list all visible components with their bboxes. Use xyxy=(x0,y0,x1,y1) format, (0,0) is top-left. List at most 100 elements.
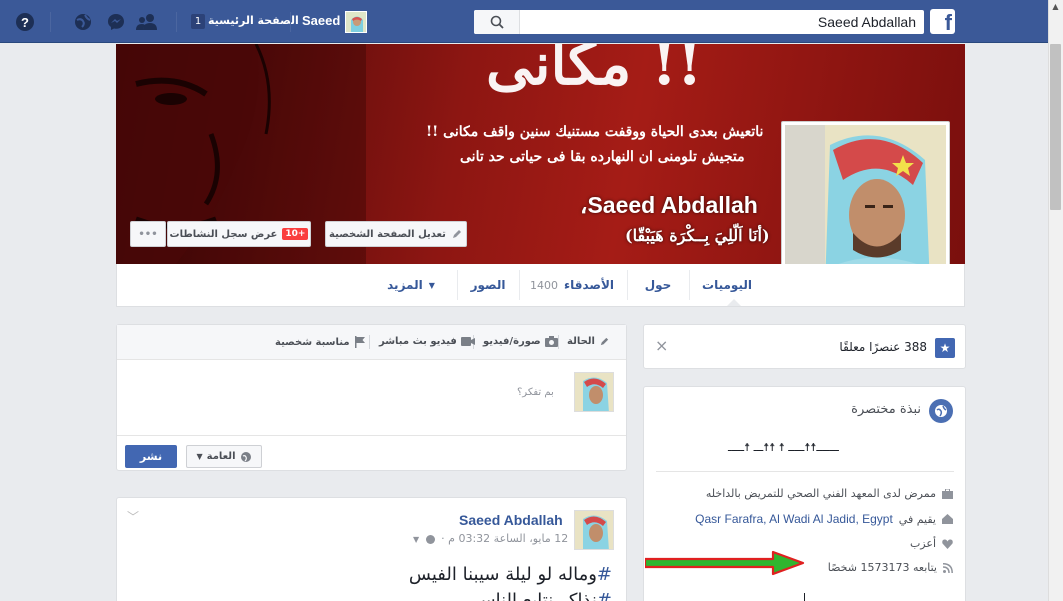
active-tab-indicator xyxy=(727,299,741,306)
tab-divider xyxy=(519,270,520,300)
topbar-avatar[interactable] xyxy=(345,11,367,33)
hashtag-symbol[interactable]: # xyxy=(597,564,612,585)
activity-log-label: عرض سجل النشاطات xyxy=(169,228,278,240)
globe-icon xyxy=(929,399,953,423)
tab-photos[interactable]: الصور xyxy=(463,264,513,306)
caret-down-icon: ▼ xyxy=(428,280,435,290)
profile-name-text: Saeed Abdallah xyxy=(587,192,758,218)
globe-icon xyxy=(240,451,251,462)
notifications-globe-icon[interactable] xyxy=(72,11,94,33)
intro-followers[interactable]: يتابعه 1573173 شخصًا xyxy=(828,561,937,574)
intro-relationship: أعزب xyxy=(909,537,936,550)
star-icon: ★ xyxy=(935,338,955,358)
composer-tab-photo[interactable]: صورة/فيديو xyxy=(483,336,558,347)
intro-divider xyxy=(656,471,954,472)
timeline-post: ﹀ Saeed Abdallah 12 مايو، الساعة 03:32 م… xyxy=(116,497,627,601)
topbar-divider xyxy=(50,12,51,32)
cover-large-text: !! مكانى xyxy=(486,44,703,98)
search-input[interactable] xyxy=(522,10,924,34)
caret-down-icon: ▼ xyxy=(196,452,203,461)
post-button[interactable]: نشر xyxy=(125,445,177,468)
topbar-divider xyxy=(290,12,291,32)
flag-icon xyxy=(354,336,365,348)
intro-bio: ـــــــ☨☨ـــــ ☨ ☨☨ـــ ☨ـــــ xyxy=(728,441,839,454)
composer-tab-photo-label: صورة/فيديو xyxy=(483,336,541,347)
camera-icon xyxy=(544,336,558,347)
intro-lives-row: يقيم في Qasr Farafra, Al Wadi Al Jadid, … xyxy=(695,512,953,526)
profile-link-name[interactable]: Saeed xyxy=(302,13,340,28)
privacy-selector[interactable]: ▼ العامة xyxy=(186,445,262,468)
intro-lives-place[interactable]: Qasr Farafra, Al Wadi Al Jadid, Egypt xyxy=(695,512,893,526)
cover-text-line-1: ناتعيش بعدى الحياة ووقفت مستنيك سنين واق… xyxy=(426,124,764,140)
intro-followers-row: يتابعه 1573173 شخصًا xyxy=(828,561,953,574)
profile-name[interactable]: ،Saeed Abdallah xyxy=(580,192,758,219)
more-options-button[interactable]: ••• xyxy=(130,221,166,247)
pencil-icon xyxy=(452,230,461,238)
tab-divider xyxy=(558,335,559,349)
intro-title: نبذة مختصرة xyxy=(851,402,921,417)
scroll-up-arrow[interactable]: ▲ xyxy=(1050,2,1061,14)
tab-more-label: المزيد xyxy=(387,278,423,292)
post-text-line-2: #نذاكر نتابع الناس xyxy=(474,590,612,601)
globe-icon xyxy=(425,534,435,544)
caret-down-icon[interactable]: ▼ xyxy=(413,535,419,544)
heart-icon xyxy=(942,538,953,549)
intro-lives-prefix: يقيم في xyxy=(898,512,936,526)
tab-about[interactable]: حول xyxy=(633,264,683,306)
facebook-logo[interactable]: f xyxy=(930,9,955,34)
post-options-chevron-icon[interactable]: ﹀ xyxy=(127,508,139,525)
privacy-label: العامة xyxy=(206,451,236,462)
composer-tab-event-label: مناسبة شخصية xyxy=(275,336,350,348)
profile-tabs: المزيد ▼ الصور 1400 الأصدقاء حول اليوميات xyxy=(116,264,965,307)
scrollbar-thumb[interactable] xyxy=(1050,44,1061,210)
edit-profile-button[interactable]: تعديل الصفحة الشخصية xyxy=(325,221,467,247)
intro-relationship-row: أعزب xyxy=(910,537,953,550)
tab-friends[interactable]: 1400 الأصدقاء xyxy=(525,264,619,306)
composer-tab-live-label: فيديو بث مباشر xyxy=(379,336,457,347)
intro-work-row: ممرض لدى المعهد الفني الصحي للتمريض بالد… xyxy=(706,487,953,500)
tab-divider xyxy=(689,270,690,300)
post-text: وماله لو ليلة سيبنا الفيس xyxy=(408,564,597,585)
briefcase-icon xyxy=(942,488,953,499)
top-navigation-bar: ? 1 الصفحة الرئيسية Saeed f xyxy=(0,0,1048,43)
post-text-line-1: #وماله لو ليلة سيبنا الفيس xyxy=(409,564,612,585)
rss-icon xyxy=(943,562,953,573)
post-author-avatar[interactable] xyxy=(574,510,614,550)
post-author-name[interactable]: Saeed Abdallah xyxy=(459,512,563,528)
video-camera-icon xyxy=(460,337,475,346)
annotation-arrow xyxy=(645,550,805,576)
post-composer: الحالة صورة/فيديو فيديو بث مباشر مناسبة … xyxy=(116,324,627,471)
friends-count: 1400 xyxy=(529,278,558,292)
tab-more[interactable]: المزيد ▼ xyxy=(377,264,445,306)
profile-photo-image: ﺍﺑﻮ xyxy=(785,125,946,286)
search-icon xyxy=(490,15,504,29)
activity-log-button[interactable]: عرض سجل النشاطات 10+ xyxy=(167,221,311,247)
composer-tab-live-video[interactable]: فيديو بث مباشر xyxy=(379,336,475,347)
activity-log-badge: 10+ xyxy=(282,228,309,240)
composer-placeholder[interactable]: بم تفكر؟ xyxy=(517,387,554,398)
friend-requests-icon[interactable] xyxy=(136,11,158,33)
home-link[interactable]: الصفحة الرئيسية xyxy=(208,14,299,27)
search-button[interactable] xyxy=(474,10,520,34)
topbar-divider xyxy=(176,12,177,32)
post-timestamp[interactable]: 12 مايو، الساعة 03:32 م · xyxy=(441,532,568,545)
composer-avatar xyxy=(574,372,614,412)
close-icon[interactable]: × xyxy=(655,336,668,355)
hashtag-symbol[interactable]: # xyxy=(597,590,612,601)
post-text: نذاكر نتابع الناس xyxy=(473,590,597,601)
composer-tab-status-label: الحالة xyxy=(567,336,595,347)
tab-divider xyxy=(457,270,458,300)
tab-divider xyxy=(369,335,370,349)
post-meta: 12 مايو، الساعة 03:32 م · ▼ xyxy=(413,532,568,545)
cover-text-line-2: متجيش تلومنى ان النهارده بقا فى حياتى حد… xyxy=(460,149,745,165)
messenger-icon[interactable] xyxy=(105,11,127,33)
featured-items-count[interactable]: 388 عنصرًا معلقًا xyxy=(839,340,927,354)
home-icon xyxy=(942,514,953,524)
intro-work: ممرض لدى المعهد الفني الصحي للتمريض بالد… xyxy=(705,487,936,500)
help-icon[interactable]: ? xyxy=(14,11,36,33)
composer-tabs: الحالة صورة/فيديو فيديو بث مباشر مناسبة … xyxy=(117,325,626,360)
composer-tab-life-event[interactable]: مناسبة شخصية xyxy=(275,336,366,348)
edit-profile-label: تعديل الصفحة الشخصية xyxy=(329,228,446,240)
composer-tab-status[interactable]: الحالة xyxy=(567,336,610,347)
svg-text:?: ? xyxy=(21,15,29,30)
